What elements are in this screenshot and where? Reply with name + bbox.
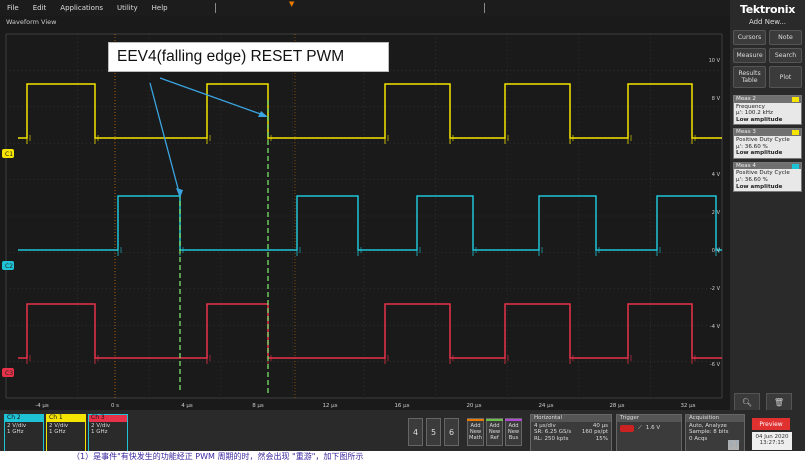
meas-title: Meas 2 <box>736 96 756 102</box>
ch3-bandwidth: 1 GHz <box>91 429 108 435</box>
measure-button[interactable]: Measure <box>733 48 766 63</box>
channel-5-button[interactable]: 5 <box>426 418 441 446</box>
menu-edit[interactable]: Edit <box>26 4 54 12</box>
trash-icon[interactable]: 🗑︎ <box>766 393 792 411</box>
ch1-badge[interactable]: Ch 1 2 V/div 1 GHz <box>46 414 86 452</box>
scale-label: -4 V <box>710 324 721 330</box>
preview-button[interactable]: Preview <box>752 418 790 430</box>
ch2-badge-label: Ch 2 <box>5 414 43 422</box>
meas-title: Meas 3 <box>736 129 756 136</box>
meas-badge-3[interactable]: Meas 3 Positive Duty Cycle µ': 36.60 % L… <box>733 128 802 159</box>
trigger-slope-icon: ⟋ <box>638 424 642 431</box>
plot-button[interactable]: Plot <box>769 66 802 88</box>
time-label-clock: 13:27:15 <box>759 440 785 446</box>
add-new-label: Add New... <box>748 18 787 26</box>
ch1-bandwidth: 1 GHz <box>49 429 66 435</box>
time-label: 28 µs <box>609 403 624 409</box>
meas-warning: Low amplitude <box>736 183 783 190</box>
trigger-position-icon: ▼ <box>289 0 295 8</box>
trigger-badge[interactable]: Trigger ⟋ 1.6 V <box>616 414 682 452</box>
zoom-icon[interactable]: 🔍︎ <box>734 393 760 411</box>
meas-type: Frequency <box>736 103 765 110</box>
time-label: 32 µs <box>680 403 695 409</box>
ch3-marker-label: C3 <box>5 370 13 377</box>
scale-label: 4 V <box>712 172 721 178</box>
st-logo: ST <box>728 440 740 450</box>
note-button[interactable]: Note <box>769 30 802 45</box>
menu-utility[interactable]: Utility <box>110 4 145 12</box>
trigger-level: 1.6 V <box>645 424 661 431</box>
ch2-badge[interactable]: Ch 2 2 V/div 1 GHz <box>4 414 44 452</box>
meas-badge-4[interactable]: Meas 4 Positive Duty Cycle µ': 36.60 % L… <box>733 161 802 193</box>
horizontal-badge[interactable]: Horizontal 4 µs/div 40 µs SR: 6.25 GS/s 16… <box>530 414 612 452</box>
menu-file[interactable]: File <box>0 4 26 12</box>
meas-badge-2[interactable]: Meas 2 Frequency µ': 100.2 kHz Low ampli… <box>733 95 802 126</box>
time-label: 0 s <box>111 403 119 409</box>
add-new-bus-button[interactable]: Add New Bus <box>505 418 522 446</box>
time-label: 4 µs <box>181 403 193 409</box>
brand-logo: Tektronix <box>739 3 796 16</box>
waveform-view[interactable]: Waveform View -4 µs 0 s 4 µs 8 µs 12 µs … <box>0 16 730 410</box>
cursors-button[interactable]: Cursors <box>733 30 766 45</box>
channel-swatch-icon <box>792 97 799 102</box>
ch3-badge-label: Ch 3 <box>89 414 127 422</box>
horizontal-title: Horizontal <box>531 415 611 422</box>
trigger-source-icon <box>620 424 634 432</box>
ch2-bandwidth: 1 GHz <box>7 429 24 435</box>
horiz-trigger-percent: 15% <box>595 435 608 442</box>
annotation-callout: EEV4(falling edge) RESET PWM <box>108 42 389 72</box>
meas-value: µ': 36.60 % <box>736 176 768 183</box>
meas-value: µ': 100.2 kHz <box>736 110 773 117</box>
ch1-marker-label: C1 <box>5 151 13 158</box>
time-label: 12 µs <box>322 403 337 409</box>
meas-title: Meas 4 <box>736 162 756 169</box>
ch2-marker-label: C2 <box>5 263 13 270</box>
menu-bar: File Edit Applications Utility Help ▼ <box>0 0 730 16</box>
channel-swatch-icon <box>792 163 799 169</box>
menu-help[interactable]: Help <box>145 4 175 12</box>
channel-4-button[interactable]: 4 <box>408 418 423 446</box>
meas-warning: Low amplitude <box>736 150 783 157</box>
scale-label: 0 V <box>712 248 721 254</box>
ch1-badge-label: Ch 1 <box>47 414 85 422</box>
time-label: 20 µs <box>466 403 481 409</box>
add-new-ref-button[interactable]: Add New Ref <box>486 418 503 446</box>
scale-label: 2 V <box>712 210 721 216</box>
channel-6-button[interactable]: 6 <box>444 418 459 446</box>
tool-buttons: 🔍︎ 🗑︎ <box>734 393 800 411</box>
scale-label: 8 V <box>712 96 721 102</box>
search-button[interactable]: Search <box>769 48 802 63</box>
scale-label: -6 V <box>710 362 721 368</box>
time-label: 24 µs <box>538 403 553 409</box>
right-panel: Tektronix Add New... Cursors Note Measur… <box>730 0 805 410</box>
ch3-badge[interactable]: Ch 3 2 V/div 1 GHz <box>88 414 128 452</box>
trigger-title: Trigger <box>617 415 681 422</box>
grid <box>5 33 723 399</box>
meas-type: Positive Duty Cycle <box>736 170 790 177</box>
menu-applications[interactable]: Applications <box>53 4 110 12</box>
record-overview[interactable]: ▼ <box>215 0 485 13</box>
scale-label: -2 V <box>710 286 721 292</box>
waveform-view-title: Waveform View <box>6 18 57 26</box>
channel-swatch-icon <box>792 130 799 136</box>
acquisition-title: Acquisition <box>686 415 744 422</box>
results-table-button[interactable]: Results Table <box>733 66 766 88</box>
meas-warning: Low amplitude <box>736 116 783 123</box>
meas-type: Positive Duty Cycle <box>736 136 790 143</box>
date-time: 04 Jun 2020 13:27:15 <box>752 432 792 450</box>
scope-graticule[interactable]: -4 µs 0 s 4 µs 8 µs 12 µs 16 µs 20 µs 24… <box>0 28 730 410</box>
time-label: 8 µs <box>252 403 264 409</box>
scale-label: 10 V <box>709 58 721 64</box>
time-label: 16 µs <box>394 403 409 409</box>
meas-value: µ': 36.60 % <box>736 143 768 150</box>
add-new-math-button[interactable]: Add New Math <box>467 418 484 446</box>
time-label: -4 µs <box>35 403 49 409</box>
horiz-record-length: RL: 250 kpts <box>534 435 569 442</box>
